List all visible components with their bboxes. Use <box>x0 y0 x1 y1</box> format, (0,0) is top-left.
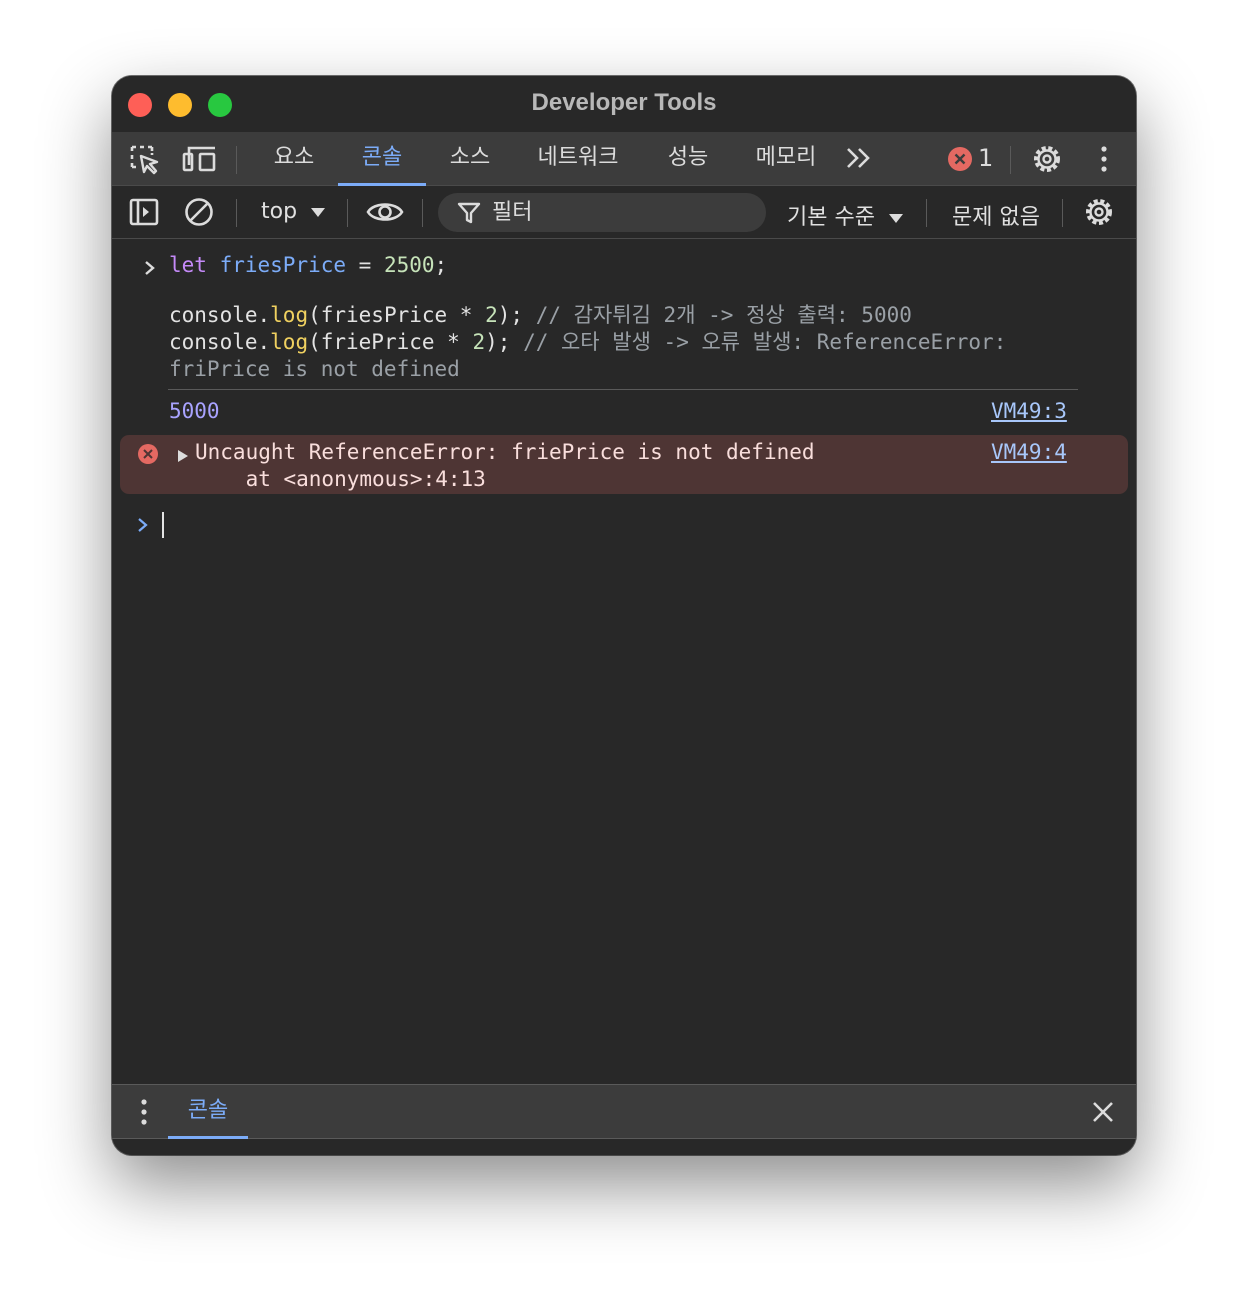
clear-console-icon[interactable] <box>183 196 215 232</box>
context-selector[interactable]: top <box>261 199 326 224</box>
error-count[interactable]: 1 <box>978 144 993 172</box>
issues-button[interactable]: 문제 없음 <box>952 199 1040 231</box>
code-line: friPrice is not defined <box>169 357 460 381</box>
drawer-tab-console[interactable]: 콘솔 <box>168 1085 248 1139</box>
dropdown-arrow-icon <box>311 208 326 217</box>
devtools-window: Developer Tools 요소 콘솔 소스 네트워크 성능 메모리 1 t… <box>112 76 1136 1155</box>
more-options-icon[interactable] <box>1087 143 1121 175</box>
error-message: Uncaught ReferenceError: friePrice is no… <box>195 440 815 464</box>
tab-console[interactable]: 콘솔 <box>338 132 426 186</box>
result-divider <box>168 389 1078 390</box>
filter-funnel-icon <box>457 202 481 224</box>
drawer-menu-icon[interactable] <box>134 1097 154 1131</box>
expand-triangle-icon[interactable] <box>176 445 190 469</box>
filter-input[interactable] <box>492 197 752 227</box>
prompt-chevron-icon <box>138 518 148 532</box>
toolbar-divider <box>347 199 348 227</box>
tab-network[interactable]: 네트워크 <box>522 132 634 186</box>
filter-field[interactable] <box>438 193 766 232</box>
console-output[interactable]: let friesPrice = 2500; console.log(fries… <box>112 240 1136 1084</box>
more-tabs-button[interactable] <box>845 145 873 178</box>
main-tab-bar: 요소 콘솔 소스 네트워크 성능 메모리 1 <box>112 132 1136 186</box>
toolbar-divider <box>1010 146 1011 174</box>
dropdown-arrow-icon <box>888 214 903 223</box>
bottom-drawer: 콘솔 <box>112 1084 1136 1139</box>
log-level-dropdown[interactable]: 기본 수준 <box>787 199 904 231</box>
error-stack-line: at <anonymous>:4:13 <box>195 467 486 491</box>
error-icon <box>137 443 159 470</box>
code-line: let friesPrice = 2500; <box>169 253 448 277</box>
settings-gear-icon[interactable] <box>1030 143 1064 175</box>
console-input-caret[interactable] <box>162 512 164 538</box>
tab-sources[interactable]: 소스 <box>434 132 506 186</box>
tab-memory[interactable]: 메모리 <box>740 132 832 186</box>
double-chevron-right-icon <box>847 148 870 168</box>
toolbar-divider <box>422 199 423 227</box>
input-chevron-icon <box>145 261 155 275</box>
error-count-icon[interactable] <box>948 147 972 171</box>
tab-performance[interactable]: 성능 <box>652 132 724 186</box>
code-line: console.log(friePrice * 2); // 오타 발생 -> … <box>169 330 1007 354</box>
output-source-link[interactable]: VM49:3 <box>991 398 1067 425</box>
window-title: Developer Tools <box>531 89 717 116</box>
close-drawer-icon[interactable] <box>1090 1099 1116 1129</box>
toolbar-divider <box>1062 199 1063 227</box>
inspect-element-icon[interactable] <box>128 143 162 175</box>
error-source-link[interactable]: VM49:4 <box>991 439 1067 466</box>
context-selector-label: top <box>261 199 298 224</box>
tab-elements[interactable]: 요소 <box>258 132 330 186</box>
title-bar: Developer Tools <box>112 76 1136 132</box>
active-tab-indicator <box>338 183 426 186</box>
output-value: 5000 <box>169 399 220 423</box>
live-expression-eye-icon[interactable] <box>366 197 404 231</box>
console-toolbar: top 기본 수준 문제 없음 <box>112 187 1136 239</box>
toolbar-divider <box>926 199 927 227</box>
console-settings-gear-icon[interactable] <box>1082 196 1116 232</box>
code-line: console.log(friesPrice * 2); // 감자튀김 2개 … <box>169 303 912 327</box>
toolbar-divider <box>236 146 237 174</box>
drawer-active-tab-indicator <box>168 1136 248 1139</box>
sidebar-toggle-icon[interactable] <box>128 196 160 232</box>
toolbar-divider <box>236 199 237 227</box>
error-message-row[interactable]: Uncaught ReferenceError: friePrice is no… <box>120 435 1128 494</box>
device-toolbar-icon[interactable] <box>182 143 216 175</box>
log-level-label: 기본 수준 <box>787 205 875 230</box>
